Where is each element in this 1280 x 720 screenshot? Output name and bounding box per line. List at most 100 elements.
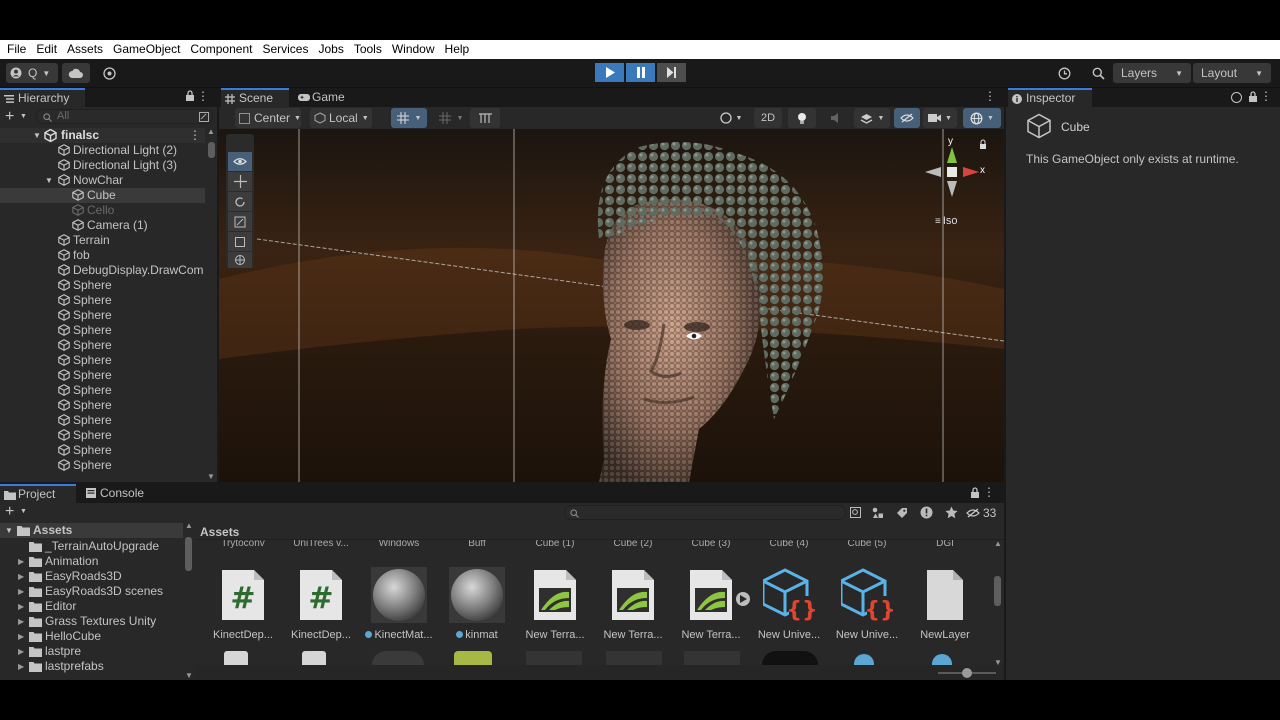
menu-component[interactable]: Component [185,40,257,59]
add-icon[interactable]: + [5,108,14,126]
increment-snap-button[interactable]: ▼ [433,108,469,128]
hidden-objects-toggle[interactable] [894,108,920,128]
asset-item[interactable]: New Terra... [516,565,594,641]
effects-dropdown[interactable]: ▼ [854,108,890,128]
asset-label-partial[interactable]: Trytoconv [204,540,282,549]
tab-project[interactable]: Project [0,484,76,503]
hierarchy-item[interactable]: Cello [0,203,205,218]
hierarchy-item[interactable]: Sphere [0,323,205,338]
asset-label-partial[interactable]: Cube (4) [750,540,828,549]
expand-arrow-icon[interactable]: ▶ [18,629,24,644]
hierarchy-item[interactable]: Sphere [0,428,205,443]
add-icon[interactable]: + [5,503,14,521]
tab-console[interactable]: Console [82,484,158,503]
hierarchy-item[interactable]: Directional Light (2) [0,143,205,158]
folder-item[interactable]: ▶ Grass Textures Unity [0,614,183,629]
history-button[interactable] [1051,63,1077,83]
asset-item[interactable]: KinectMat... [360,565,438,641]
asset-item[interactable]: New Terra... [594,565,672,641]
view-tool-button[interactable] [228,152,252,171]
draw-mode-dropdown[interactable]: ▼ [715,108,747,128]
expand-arrow-icon[interactable]: ▼ [5,523,13,538]
asset-grid-scrollbar[interactable]: ▲ ▼ [992,539,1004,667]
warning-circle-icon[interactable] [920,506,933,519]
grid-snapping-button[interactable]: ▼ [391,108,427,128]
expand-arrow-icon[interactable]: ▶ [18,614,24,629]
folder-item[interactable]: ▶ Animation [0,554,183,569]
hierarchy-item[interactable]: Sphere [0,398,205,413]
tab-scene[interactable]: Scene [221,88,289,107]
expand-arrow-icon[interactable]: ▶ [18,554,24,569]
menu-gameobject[interactable]: GameObject [108,40,185,59]
hierarchy-item[interactable]: Directional Light (3) [0,158,205,173]
lock-icon[interactable] [970,487,980,502]
label-tag-icon[interactable] [896,507,908,519]
favorite-star-icon[interactable] [945,506,958,519]
hierarchy-item[interactable]: Sphere [0,368,205,383]
expand-subassets-icon[interactable] [736,592,750,606]
asset-item[interactable]: kinmat [438,565,516,641]
hierarchy-item[interactable]: Sphere [0,413,205,428]
kebab-menu-icon[interactable]: ⋮ [1260,89,1272,103]
asset-label-partial[interactable]: DGI [906,540,984,549]
search-scope-icon[interactable] [850,507,861,518]
space-local-dropdown[interactable]: Local ▼ [310,108,372,128]
hierarchy-item[interactable]: Sphere [0,443,205,458]
menu-services[interactable]: Services [257,40,313,59]
hierarchy-item[interactable]: Sphere [0,308,205,323]
hierarchy-item[interactable]: Sphere [0,278,205,293]
account-dropdown[interactable]: Q ▼ [6,63,58,83]
pivot-center-dropdown[interactable]: Center ▼ [235,108,301,128]
menu-assets[interactable]: Assets [62,40,108,59]
hierarchy-item[interactable]: Camera (1) [0,218,205,233]
tab-game[interactable]: Game [294,88,358,107]
search-button[interactable] [1085,63,1111,83]
hidden-packages-toggle[interactable]: 33 [966,505,1002,521]
camera-settings-dropdown[interactable]: ▼ [923,108,957,128]
folder-item[interactable]: ▶ lastprefabs [0,659,183,674]
asset-label-partial[interactable]: Cube (2) [594,540,672,549]
asset-label-partial[interactable]: Cube (1) [516,540,594,549]
chevron-down-icon[interactable]: ▼ [20,508,27,515]
folder-item[interactable]: ▶ EasyRoads3D scenes [0,584,183,599]
scene-root-row[interactable]: ▼ finalsc ⋮ [0,128,205,143]
menu-jobs[interactable]: Jobs [313,40,348,59]
asset-item[interactable]: {} New Unive... [750,565,828,641]
audio-toggle[interactable] [822,108,850,128]
tab-hierarchy[interactable]: Hierarchy [0,88,85,107]
menu-file[interactable]: File [2,40,31,59]
kebab-menu-icon[interactable]: ⋮ [189,128,201,143]
cloud-button[interactable] [62,63,90,83]
pause-button[interactable] [626,63,655,82]
expand-arrow-icon[interactable]: ▶ [18,659,24,674]
collab-button[interactable] [96,63,122,83]
scene-viewport[interactable]: y x ≡ Iso [219,129,1004,482]
menu-help[interactable]: Help [440,40,475,59]
folder-item[interactable]: _TerrainAutoUpgrade [0,539,183,554]
transform-tool-button[interactable] [228,252,252,268]
hierarchy-item[interactable]: Terrain [0,233,205,248]
asset-item[interactable]: # KinectDep... [204,565,282,641]
hierarchy-item[interactable]: DebugDisplay.DrawCom [0,263,205,278]
projection-toggle[interactable]: ≡ Iso [935,215,958,227]
folder-item[interactable]: ▶ HelloCube [0,629,183,644]
expand-arrow-icon[interactable]: ▼ [45,173,53,188]
hierarchy-item[interactable]: Cube [0,188,205,203]
expand-arrow-icon[interactable]: ▶ [18,584,24,599]
asset-label-partial[interactable]: Windows [360,540,438,549]
kebab-menu-icon[interactable]: ⋮ [197,89,209,103]
project-search-input[interactable] [564,505,846,520]
menu-window[interactable]: Window [387,40,440,59]
hierarchy-item[interactable]: Sphere [0,458,205,473]
hierarchy-item[interactable]: fob [0,248,205,263]
hierarchy-item[interactable]: Sphere [0,338,205,353]
asset-item[interactable]: # KinectDep... [282,565,360,641]
scene-filter-icon[interactable] [199,112,209,122]
folder-tree-scrollbar[interactable]: ▲ ▼ [183,523,195,680]
folder-item[interactable]: ▶ Editor [0,599,183,614]
layers-dropdown[interactable]: Layers ▼ [1113,63,1191,83]
menu-edit[interactable]: Edit [31,40,62,59]
asset-label-partial[interactable]: UniTrees v... [282,540,360,549]
hierarchy-item[interactable]: ▼ NowChar [0,173,205,188]
scale-tool-button[interactable] [228,212,252,231]
